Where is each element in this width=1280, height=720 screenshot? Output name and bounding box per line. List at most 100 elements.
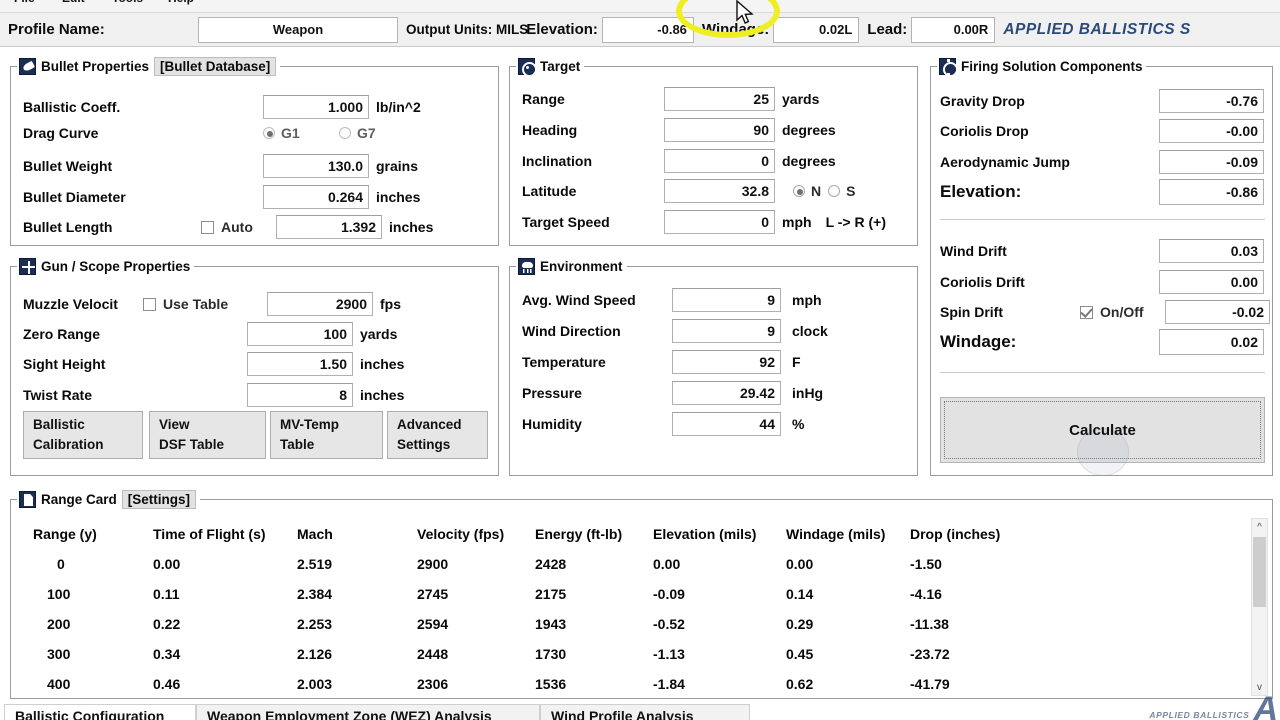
watermark-text: APPLIED BALLISTICS [1149, 710, 1250, 720]
menu-item-tools[interactable]: Tools [112, 0, 143, 5]
cell-windage: 0.45 [786, 646, 814, 662]
bullet-diameter-label: Bullet Diameter [23, 189, 126, 205]
range-card-scrollbar[interactable]: ^ v [1251, 518, 1268, 696]
col-velocity: Velocity (fps) [417, 526, 505, 542]
zero-range-input[interactable]: 100 [247, 322, 353, 346]
twist-rate-label: Twist Rate [23, 387, 92, 403]
sight-height-input[interactable]: 1.50 [247, 352, 353, 376]
calculate-button-label: Calculate [1069, 421, 1136, 439]
mv-temp-line2: Table [280, 437, 315, 452]
lead-output-field[interactable]: 0.00R [911, 16, 996, 43]
sight-height-label: Sight Height [23, 356, 106, 372]
cell-elevation: -0.09 [653, 586, 685, 602]
cell-velocity: 2745 [417, 586, 449, 602]
cell-velocity: 2448 [417, 646, 449, 662]
target-inclination-unit: degrees [782, 153, 836, 169]
target-latitude-row: Latitude 32.8 N S [522, 179, 855, 203]
ballistic-calibration-line1: Ballistic [33, 417, 85, 433]
tab-wind-profile-analysis[interactable]: Wind Profile Analysis [540, 704, 750, 720]
bullet-diameter-input[interactable]: 0.264 [263, 185, 369, 209]
target-inclination-input[interactable]: 0 [664, 149, 775, 173]
cell-mach: 2.253 [297, 616, 333, 632]
cell-mach: 2.519 [297, 556, 333, 572]
drag-curve-g7-radio[interactable] [339, 127, 351, 139]
ballistic-calibration-button[interactable]: Ballistic Calibration [23, 411, 143, 459]
wind-speed-input[interactable]: 9 [672, 288, 781, 312]
temperature-input[interactable]: 92 [672, 350, 781, 374]
latitude-south-radio[interactable] [828, 185, 841, 197]
spin-drift-toggle-checkbox[interactable] [1080, 305, 1093, 319]
cell-elevation: 0.00 [653, 556, 681, 572]
bullet-diameter-row: Bullet Diameter 0.264 inches [23, 185, 420, 209]
table-row[interactable]: 200 0.22 2.253 2594 1943 -0.52 0.29 -11.… [25, 616, 1245, 646]
cell-energy: 1536 [535, 676, 567, 692]
use-table-checkbox[interactable] [143, 297, 156, 311]
target-speed-label: Target Speed [522, 214, 610, 230]
menu-item-edit[interactable]: Edit [62, 0, 85, 5]
cell-velocity: 2900 [417, 556, 449, 572]
view-dsf-table-button[interactable]: View DSF Table [149, 411, 266, 459]
target-speed-input[interactable]: 0 [664, 210, 775, 234]
target-latitude-input[interactable]: 32.8 [664, 179, 775, 203]
muzzle-velocity-input[interactable]: 2900 [267, 292, 373, 316]
coriolis-drop-label: Coriolis Drop [940, 123, 1029, 139]
profile-name-input[interactable]: Weapon [198, 16, 398, 43]
bottom-tab-strip: Ballistic Configuration Weapon Employmen… [0, 702, 1280, 720]
elevation-output-field[interactable]: -0.86 [601, 16, 694, 43]
cell-windage: 0.00 [786, 556, 814, 572]
tab-wez-analysis[interactable]: Weapon Employment Zone (WEZ) Analysis [196, 704, 540, 720]
calculate-button[interactable]: Calculate [940, 397, 1265, 476]
menu-item-file[interactable]: File [14, 0, 35, 5]
firing-solution-panel: Firing Solution Components Gravity Drop … [930, 56, 1273, 476]
range-card-settings-button[interactable]: [Settings] [121, 489, 197, 509]
environment-legend: Environment [516, 256, 627, 276]
firing-solution-title: Firing Solution Components [961, 58, 1143, 74]
target-speed-row: Target Speed 0 mph L -> R (+) [522, 210, 886, 234]
wind-drift-value: 0.03 [1159, 239, 1264, 263]
advanced-settings-button[interactable]: Advanced Settings [387, 411, 488, 459]
humidity-input[interactable]: 44 [672, 412, 781, 436]
coriolis-drift-row: Coriolis Drift 0.00 [940, 270, 1264, 294]
scroll-up-icon[interactable]: ^ [1252, 519, 1267, 535]
ballistics-application-window: File Edit Tools Help Profile Name: Weapo… [0, 0, 1280, 720]
advanced-settings-line2: Settings [397, 437, 451, 452]
pressure-row: Pressure 29.42 inHg [522, 381, 823, 405]
bullet-database-button[interactable]: [Bullet Database] [154, 56, 277, 76]
pressure-input[interactable]: 29.42 [672, 381, 781, 405]
target-latitude-label: Latitude [522, 183, 577, 199]
wind-direction-label: Wind Direction [522, 323, 621, 339]
wind-speed-row: Avg. Wind Speed 9 mph [522, 288, 822, 312]
range-card-title: Range Card [41, 491, 117, 507]
firing-solution-legend: Firing Solution Components [937, 56, 1147, 77]
ballistic-coeff-input[interactable]: 1.000 [263, 95, 369, 119]
mv-temp-table-button[interactable]: MV-Temp Table [270, 411, 383, 459]
table-row[interactable]: 100 0.11 2.384 2745 2175 -0.09 0.14 -4.1… [25, 586, 1245, 616]
latitude-north-radio[interactable] [793, 185, 805, 197]
drag-curve-g1-radio[interactable] [263, 127, 275, 139]
cell-tof: 0.11 [153, 586, 180, 602]
windage-output-field[interactable]: 0.02L [773, 16, 860, 43]
cell-drop: -4.16 [910, 586, 942, 602]
ballistic-coeff-unit: lb/in^2 [376, 99, 421, 115]
bullet-length-auto-checkbox[interactable] [201, 220, 214, 234]
bullet-weight-unit: grains [376, 158, 419, 174]
temperature-row: Temperature 92 F [522, 350, 801, 374]
target-heading-input[interactable]: 90 [664, 118, 775, 142]
scrollbar-thumb[interactable] [1253, 537, 1266, 607]
bullet-length-row: Bullet Length Auto 1.392 inches [23, 215, 433, 239]
wind-direction-input[interactable]: 9 [672, 319, 781, 343]
bullet-weight-input[interactable]: 130.0 [263, 154, 369, 178]
gravity-drop-row: Gravity Drop -0.76 [940, 89, 1264, 113]
cell-windage: 0.14 [786, 586, 814, 602]
table-row[interactable]: 300 0.34 2.126 2448 1730 -1.13 0.45 -23.… [25, 646, 1245, 676]
target-range-input[interactable]: 25 [664, 87, 775, 111]
twist-rate-input[interactable]: 8 [247, 383, 353, 407]
sight-height-row: Sight Height 1.50 inches [23, 352, 404, 376]
gear-icon [939, 57, 958, 77]
menu-item-help[interactable]: Help [168, 0, 194, 5]
cell-tof: 0.34 [153, 646, 181, 662]
target-icon [518, 57, 537, 77]
table-row[interactable]: 0 0.00 2.519 2900 2428 0.00 0.00 -1.50 [25, 556, 1245, 586]
tab-ballistic-configuration[interactable]: Ballistic Configuration [4, 704, 196, 720]
bullet-length-input[interactable]: 1.392 [276, 215, 382, 239]
